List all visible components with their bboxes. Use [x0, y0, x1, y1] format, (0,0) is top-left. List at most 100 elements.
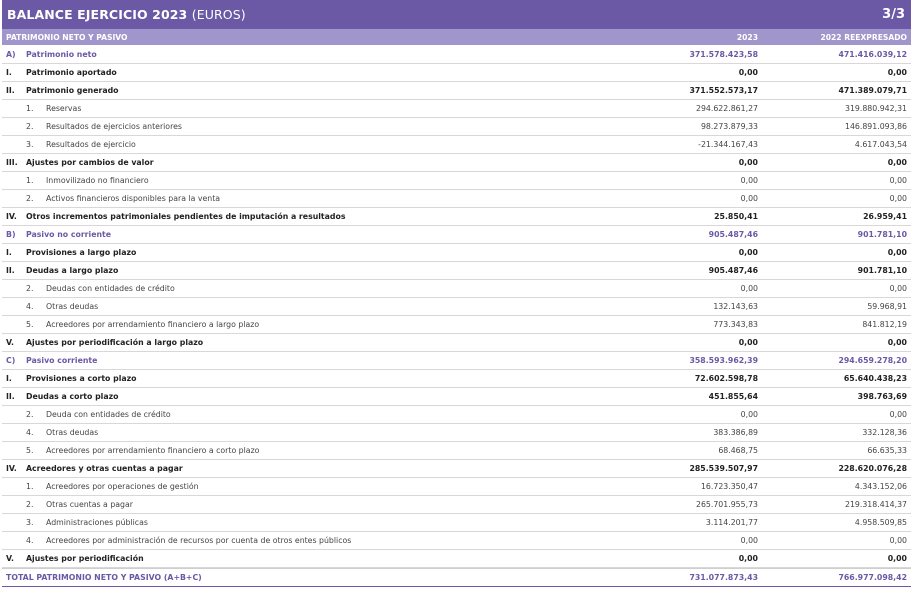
- row-value-2023: 371.552.573,17: [689, 86, 758, 95]
- row-label: Acreedores por operaciones de gestión: [46, 482, 199, 491]
- row-label: Deuda con entidades de crédito: [46, 410, 171, 419]
- row-value-2023: 285.539.507,97: [689, 464, 758, 473]
- row-number: 1.: [26, 104, 34, 113]
- table-row: 1. Acreedores por operaciones de gestión 1…: [2, 478, 911, 496]
- row-label: Provisiones a largo plazo: [26, 248, 137, 257]
- row-value-2022: 0,00: [889, 194, 907, 203]
- row-label: Acreedores y otras cuentas a pagar: [26, 464, 183, 473]
- row-value-2023: 16.723.350,47: [700, 482, 758, 491]
- table-row: 2. Activos financieros disponibles para l…: [2, 190, 911, 208]
- row-value-2022: 471.416.039,12: [838, 50, 907, 59]
- table-row: I. Provisiones a corto plazo 72.602.598,78…: [2, 370, 911, 388]
- table-row: 1. Reservas 294.622.861,27 319.880.942,31: [2, 100, 911, 118]
- row-label: Otras deudas: [46, 428, 99, 437]
- table-row: V. Ajustes por periodificación 0,00 0,00: [2, 550, 911, 568]
- row-label: Provisiones a corto plazo: [26, 374, 137, 383]
- row-value-2023: 0,00: [740, 176, 758, 185]
- row-value-2022: 26.959,41: [863, 212, 907, 221]
- table-row: A) Patrimonio neto 371.578.423,58 471.416.0…: [2, 46, 911, 64]
- row-value-2022: 0,00: [887, 554, 907, 563]
- table-row: 4. Otras deudas 383.386,89 332.128,36: [2, 424, 911, 442]
- table-row: 3. Administraciones públicas 3.114.201,77 4…: [2, 514, 911, 532]
- row-label: Acreedores por administración de recurso…: [46, 536, 352, 545]
- table-row: II. Deudas a corto plazo 451.855,64 398.763…: [2, 388, 911, 406]
- row-label: Ajustes por cambios de valor: [26, 158, 154, 167]
- table-row: II. Patrimonio generado 371.552.573,17 471.…: [2, 82, 911, 100]
- table-body: A) Patrimonio neto 371.578.423,58 471.416.0…: [2, 46, 911, 568]
- row-value-2022: 0,00: [887, 158, 907, 167]
- table-row: 5. Acreedores por arrendamiento financier…: [2, 316, 911, 334]
- row-value-2022: 4.958.509,85: [854, 518, 907, 527]
- row-number: 4.: [26, 302, 34, 311]
- row-number: 1.: [26, 482, 34, 491]
- row-number: I.: [6, 248, 12, 257]
- total-value-2023: 731.077.873,43: [689, 573, 758, 582]
- row-value-2023: 0,00: [738, 554, 758, 563]
- row-value-2022: 0,00: [889, 410, 907, 419]
- row-number: III.: [6, 158, 18, 167]
- row-value-2022: 901.781,10: [857, 266, 907, 275]
- row-label: Acreedores por arrendamiento financiero …: [46, 320, 260, 329]
- table-row: IV. Otros incrementos patrimoniales pendi…: [2, 208, 911, 226]
- row-value-2022: 146.891.093,86: [844, 122, 907, 131]
- row-value-2023: 3.114.201,77: [705, 518, 758, 527]
- row-value-2023: 0,00: [738, 338, 758, 347]
- table-row: II. Deudas a largo plazo 905.487,46 901.781…: [2, 262, 911, 280]
- row-number: 4.: [26, 428, 34, 437]
- column-header-label: PATRIMONIO NETO Y PASIVO: [6, 32, 128, 42]
- row-value-2022: 841.812,19: [862, 320, 907, 329]
- row-label: Patrimonio generado: [26, 86, 119, 95]
- title-bar: BALANCE EJERCICIO 2023 (EUROS) 3/3: [2, 0, 911, 29]
- row-number: 2.: [26, 500, 34, 509]
- row-label: Patrimonio neto: [26, 50, 97, 59]
- row-value-2022: 66.635,33: [867, 446, 907, 455]
- row-value-2023: 132.143,63: [713, 302, 758, 311]
- row-label: Patrimonio aportado: [26, 68, 117, 77]
- row-number: V.: [6, 554, 14, 563]
- row-value-2022: 0,00: [887, 248, 907, 257]
- row-value-2022: 294.659.278,20: [838, 356, 907, 365]
- column-header-2022: 2022 REEXPRESADO: [820, 32, 907, 42]
- column-header: PATRIMONIO NETO Y PASIVO 2023 2022 REEXP…: [2, 29, 911, 46]
- row-value-2023: 72.602.598,78: [694, 374, 758, 383]
- row-value-2023: 451.855,64: [708, 392, 758, 401]
- row-value-2023: 25.850,41: [714, 212, 758, 221]
- row-label: Deudas a corto plazo: [26, 392, 119, 401]
- column-header-2023: 2023: [736, 32, 758, 42]
- row-value-2023: 371.578.423,58: [689, 50, 758, 59]
- row-value-2023: 294.622.861,27: [695, 104, 758, 113]
- row-value-2023: 0,00: [740, 194, 758, 203]
- row-value-2022: 4.617.043,54: [854, 140, 907, 149]
- row-value-2023: 905.487,46: [708, 230, 758, 239]
- table-row: 2. Deudas con entidades de crédito 0,00 0,0…: [2, 280, 911, 298]
- row-value-2022: 219.318.414,37: [844, 500, 907, 509]
- row-value-2023: 905.487,46: [708, 266, 758, 275]
- table-row: I. Provisiones a largo plazo 0,00 0,00: [2, 244, 911, 262]
- row-value-2022: 0,00: [889, 284, 907, 293]
- row-number: V.: [6, 338, 14, 347]
- row-value-2023: 773.343,83: [713, 320, 758, 329]
- row-value-2022: 471.389.079,71: [838, 86, 907, 95]
- table-row: I. Patrimonio aportado 0,00 0,00: [2, 64, 911, 82]
- row-value-2023: 383.386,89: [713, 428, 758, 437]
- table-row: C) Pasivo corriente 358.593.962,39 294.659.…: [2, 352, 911, 370]
- title-suffix: (EUROS): [191, 7, 246, 22]
- row-value-2023: -21.344.167,43: [698, 140, 758, 149]
- row-value-2023: 68.468,75: [718, 446, 758, 455]
- row-value-2022: 228.620.076,28: [838, 464, 907, 473]
- table-row: III. Ajustes por cambios de valor 0,00 0,00: [2, 154, 911, 172]
- table-row: 2. Resultados de ejercicios anteriores 98.…: [2, 118, 911, 136]
- row-label: Otras deudas: [46, 302, 99, 311]
- row-label: Reservas: [46, 104, 82, 113]
- row-number: II.: [6, 266, 15, 275]
- table-row: 5. Acreedores por arrendamiento financier…: [2, 442, 911, 460]
- row-number: B): [6, 230, 16, 239]
- row-number: 2.: [26, 194, 34, 203]
- row-value-2023: 0,00: [738, 68, 758, 77]
- row-label: Otros incrementos patrimoniales pendient…: [26, 212, 346, 221]
- table-row: 4. Acreedores por administración de recur…: [2, 532, 911, 550]
- page-title: BALANCE EJERCICIO 2023 (EUROS): [7, 7, 246, 22]
- row-value-2023: 0,00: [738, 248, 758, 257]
- row-number: IV.: [6, 212, 17, 221]
- row-value-2023: 358.593.962,39: [689, 356, 758, 365]
